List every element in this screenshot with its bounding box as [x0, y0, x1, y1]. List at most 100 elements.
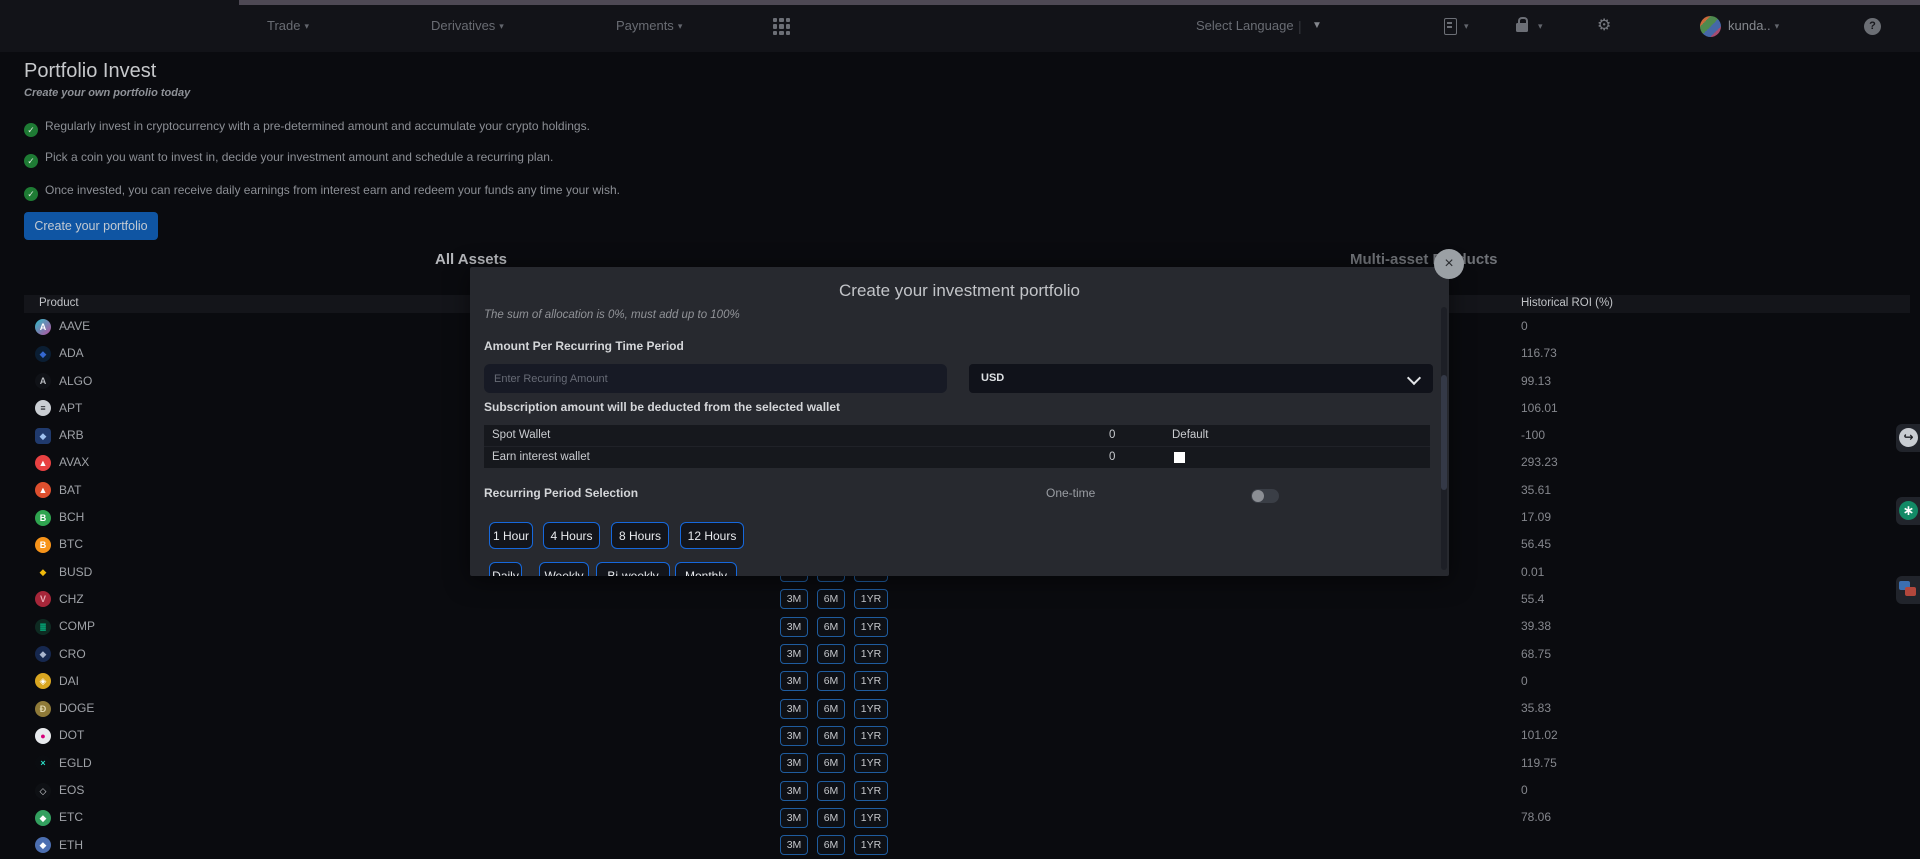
roi-period-button-6m[interactable]: 6M [817, 835, 845, 855]
coin-symbol: EGLD [59, 750, 92, 777]
roi-period-button-3m[interactable]: 3M [780, 753, 808, 773]
chatgpt-extension-button[interactable]: ∗ [1896, 497, 1920, 525]
modal-body: Create your investment portfolio The sum… [470, 267, 1449, 576]
roi-period-button-6m[interactable]: 6M [817, 726, 845, 746]
apt-coin-icon: ≡ [35, 400, 51, 416]
orders-caret[interactable]: ▾ [1460, 0, 1469, 52]
period-option-12-hours[interactable]: 12 Hours [680, 522, 744, 549]
dai-coin-icon: ◈ [35, 673, 51, 689]
check-icon: ✓ [24, 154, 38, 168]
help-icon[interactable]: ? [1864, 18, 1881, 35]
roi-period-button-1yr[interactable]: 1YR [854, 699, 888, 719]
period-buttons: 3M 6M 1YR [780, 589, 888, 609]
nav-menu-payments[interactable]: Payments▾ [616, 0, 682, 52]
roi-period-button-1yr[interactable]: 1YR [854, 617, 888, 637]
table-row[interactable]: ◈DAI3M6M1YR0 [24, 668, 1910, 695]
roi-period-button-1yr[interactable]: 1YR [854, 589, 888, 609]
wallet-row-earn[interactable]: Earn interest wallet 0 [484, 446, 1430, 468]
roi-period-button-3m[interactable]: 3M [780, 617, 808, 637]
nav-menu-trade[interactable]: Trade▾ [267, 0, 309, 52]
user-avatar[interactable] [1700, 16, 1721, 37]
chevron-down-icon: ▾ [304, 21, 309, 31]
apps-grid-icon[interactable] [773, 18, 790, 35]
period-option-monthly[interactable]: Monthly [675, 562, 737, 576]
egld-coin-icon: × [35, 755, 51, 771]
roi-period-button-1yr[interactable]: 1YR [854, 671, 888, 691]
user-menu[interactable]: kunda..▾ [1728, 0, 1779, 52]
roi-period-button-3m[interactable]: 3M [780, 835, 808, 855]
roi-value: 0.01 [1521, 559, 1544, 586]
wallet-row-spot[interactable]: Spot Wallet 0 Default [484, 425, 1430, 446]
roi-value: 56.45 [1521, 531, 1551, 558]
roi-period-button-1yr[interactable]: 1YR [854, 781, 888, 801]
roi-period-button-6m[interactable]: 6M [817, 781, 845, 801]
roi-period-button-6m[interactable]: 6M [817, 617, 845, 637]
coin-symbol: AVAX [59, 449, 89, 476]
table-row[interactable]: ×EGLD3M6M1YR119.75 [24, 750, 1910, 777]
roi-period-button-3m[interactable]: 3M [780, 781, 808, 801]
table-row[interactable]: VCHZ3M6M1YR55.4 [24, 586, 1910, 613]
roi-period-button-6m[interactable]: 6M [817, 644, 845, 664]
period-option-bi-weekly[interactable]: Bi-weekly [596, 562, 670, 576]
language-dropdown-icon[interactable]: ▼ [1312, 0, 1322, 52]
table-row[interactable]: ÐDOGE3M6M1YR35.83 [24, 695, 1910, 722]
dot-coin-icon: ● [35, 728, 51, 744]
table-row[interactable]: ≣COMP3M6M1YR39.38 [24, 613, 1910, 640]
modal-scrollbar-thumb[interactable] [1441, 375, 1447, 490]
roi-period-button-3m[interactable]: 3M [780, 589, 808, 609]
roi-period-button-1yr[interactable]: 1YR [854, 835, 888, 855]
roi-period-button-3m[interactable]: 3M [780, 726, 808, 746]
recurring-amount-input[interactable] [484, 364, 947, 393]
roi-period-button-1yr[interactable]: 1YR [854, 726, 888, 746]
coin-symbol: EOS [59, 777, 84, 804]
roi-period-button-6m[interactable]: 6M [817, 808, 845, 828]
one-time-toggle[interactable] [1251, 489, 1279, 503]
share-extension-button[interactable]: ↪ [1896, 424, 1920, 452]
roi-period-button-1yr[interactable]: 1YR [854, 808, 888, 828]
table-row[interactable]: ◇EOS3M6M1YR0 [24, 777, 1910, 804]
table-row[interactable]: ◆CRO3M6M1YR68.75 [24, 641, 1910, 668]
period-option-4-hours[interactable]: 4 Hours [543, 522, 600, 549]
close-icon[interactable]: × [1434, 249, 1464, 279]
coin-symbol: BUSD [59, 559, 92, 586]
settings-gear-icon[interactable]: ⚙ [1597, 0, 1611, 52]
recurring-period-label: Recurring Period Selection [484, 486, 638, 500]
eos-coin-icon: ◇ [35, 783, 51, 799]
roi-period-button-1yr[interactable]: 1YR [854, 644, 888, 664]
coin-symbol: APT [59, 395, 82, 422]
roi-period-button-3m[interactable]: 3M [780, 699, 808, 719]
aave-coin-icon: A [35, 319, 51, 335]
period-buttons: 3M 6M 1YR [780, 617, 888, 637]
table-row[interactable]: ◆ETH3M6M1YR [24, 832, 1910, 859]
wallet-default-checkbox[interactable] [1174, 452, 1185, 463]
tab-multi-asset-products[interactable]: Multi-asset Products [1350, 251, 1498, 268]
check-icon: ✓ [24, 187, 38, 201]
wallet-list: Spot Wallet 0 Default Earn interest wall… [484, 425, 1430, 468]
coin-symbol: ADA [59, 340, 84, 367]
select-language[interactable]: Select Language [1196, 0, 1294, 52]
roi-period-button-6m[interactable]: 6M [817, 671, 845, 691]
roi-period-button-6m[interactable]: 6M [817, 699, 845, 719]
roi-period-button-3m[interactable]: 3M [780, 644, 808, 664]
roi-period-button-3m[interactable]: 3M [780, 671, 808, 691]
wallet-lock-icon[interactable] [1516, 23, 1528, 32]
tab-all-assets[interactable]: All Assets [435, 251, 507, 268]
period-option-1-hour[interactable]: 1 Hour [489, 522, 533, 549]
currency-select[interactable]: USD [969, 364, 1433, 393]
roi-period-button-3m[interactable]: 3M [780, 808, 808, 828]
period-buttons: 3M 6M 1YR [780, 671, 888, 691]
orders-icon[interactable] [1444, 18, 1457, 35]
chat-extension-button[interactable] [1896, 576, 1920, 604]
period-option-weekly[interactable]: Weekly [539, 562, 589, 576]
table-row[interactable]: ●DOT3M6M1YR101.02 [24, 722, 1910, 749]
period-option-8-hours[interactable]: 8 Hours [611, 522, 669, 549]
roi-period-button-6m[interactable]: 6M [817, 753, 845, 773]
wallet-caret[interactable]: ▾ [1534, 0, 1543, 52]
create-portfolio-button[interactable]: Create your portfolio [24, 212, 158, 240]
period-option-daily[interactable]: Daily [489, 562, 522, 576]
nav-menu-derivatives[interactable]: Derivatives▾ [431, 0, 504, 52]
roi-period-button-1yr[interactable]: 1YR [854, 753, 888, 773]
table-row[interactable]: ◆ETC3M6M1YR78.06 [24, 804, 1910, 831]
roi-period-button-6m[interactable]: 6M [817, 589, 845, 609]
chz-coin-icon: V [35, 591, 51, 607]
